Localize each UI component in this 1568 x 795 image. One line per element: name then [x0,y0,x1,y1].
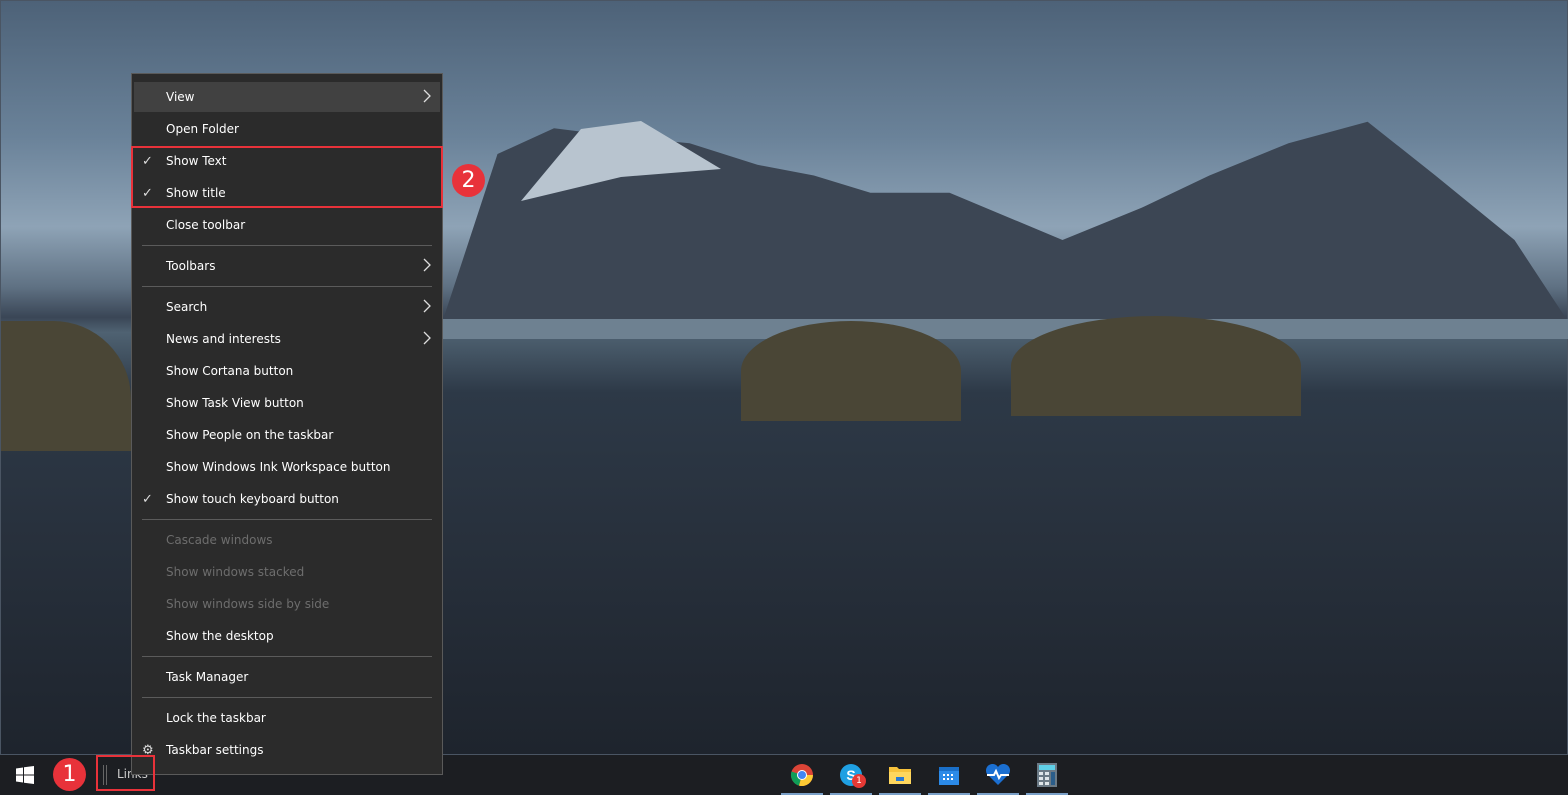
step-badge-2: 2 [452,164,485,197]
menu-separator [142,656,432,657]
menu-item-label: Task Manager [166,670,249,684]
chrome-icon [790,764,813,787]
menu-item-task-manager[interactable]: Task Manager [134,662,440,692]
menu-item-label: View [166,90,195,104]
menu-item-show-touch-keyboard-button[interactable]: ✓ Show touch keyboard button [134,484,440,514]
menu-item-open-folder[interactable]: Open Folder [134,114,440,144]
menu-item-label: Show windows stacked [166,565,305,579]
menu-separator [142,245,432,246]
menu-item-show-people-on-the-taskbar[interactable]: Show People on the taskbar [134,420,440,450]
menu-item-show-windows-stacked: Show windows stacked [134,557,440,587]
chrome-app[interactable] [777,755,827,795]
menu-item-label: Taskbar settings [166,743,264,757]
highlight-box-step2 [131,146,443,208]
health-app[interactable] [973,755,1023,795]
menu-item-label: Show Task View button [166,396,304,410]
chevron-right-icon [423,331,431,345]
menu-item-label: Show touch keyboard button [166,492,339,506]
skype-app[interactable]: S 1 [826,755,876,795]
menu-item-label: Show windows side by side [166,597,330,611]
menu-item-label: Show the desktop [166,629,274,643]
start-button[interactable] [0,755,50,795]
highlight-box-step1 [96,755,155,791]
calendar-app[interactable] [924,755,974,795]
checkmark-icon: ✓ [142,491,153,507]
calculator-icon [1037,763,1057,787]
calculator-app[interactable] [1022,755,1072,795]
menu-separator [142,286,432,287]
calendar-icon [939,767,959,785]
menu-item-label: Close toolbar [166,218,246,232]
menu-item-label: Show Cortana button [166,364,294,378]
menu-item-lock-the-taskbar[interactable]: Lock the taskbar [134,703,440,733]
chevron-right-icon [423,299,431,313]
menu-item-cascade-windows: Cascade windows [134,525,440,555]
step-badge-1: 1 [53,758,86,791]
dune [741,321,961,421]
notification-badge: 1 [852,774,866,788]
menu-item-show-the-desktop[interactable]: Show the desktop [134,621,440,651]
menu-item-label: Cascade windows [166,533,273,547]
menu-separator [142,519,432,520]
menu-item-label: Toolbars [166,259,216,273]
dune [1,321,131,451]
menu-item-taskbar-settings[interactable]: ⚙ Taskbar settings [134,735,440,765]
menu-item-label: Search [166,300,208,314]
menu-item-label: Show People on the taskbar [166,428,334,442]
chevron-right-icon [423,89,431,103]
menu-item-show-windows-side-by-side: Show windows side by side [134,589,440,619]
menu-item-label: Show Windows Ink Workspace button [166,460,391,474]
menu-item-label: Open Folder [166,122,239,136]
menu-item-show-cortana-button[interactable]: Show Cortana button [134,356,440,386]
menu-separator [142,697,432,698]
menu-item-show-task-view-button[interactable]: Show Task View button [134,388,440,418]
folder-icon [889,767,911,784]
menu-item-label: Lock the taskbar [166,711,266,725]
menu-item-search[interactable]: Search [134,292,440,322]
menu-item-toolbars[interactable]: Toolbars [134,251,440,281]
windows-icon [16,766,34,784]
menu-item-label: News and interests [166,332,281,346]
dune [1011,316,1301,416]
chevron-right-icon [423,258,431,272]
heart-pulse-icon [985,764,1011,785]
menu-item-view[interactable]: View [134,82,440,112]
menu-item-show-windows-ink-workspace-button[interactable]: Show Windows Ink Workspace button [134,452,440,482]
file-explorer-app[interactable] [875,755,925,795]
menu-item-close-toolbar[interactable]: Close toolbar [134,210,440,240]
water [441,319,1568,339]
menu-item-news-and-interests[interactable]: News and interests [134,324,440,354]
